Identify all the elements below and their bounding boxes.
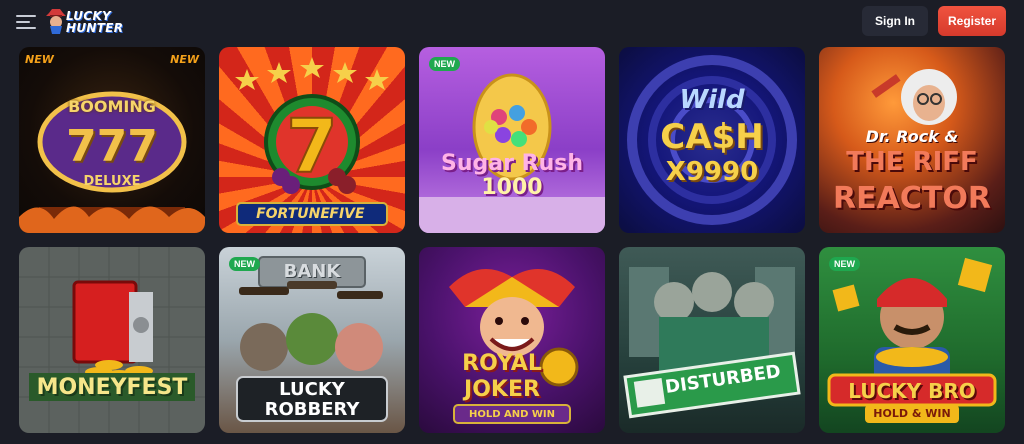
- game-title-line3: REACTOR: [833, 181, 991, 216]
- game-tile-lucky-robbery[interactable]: NEW BANK LUCKY ROBBERY: [219, 247, 405, 433]
- game-title-line1: BOOMING: [68, 97, 156, 116]
- game-title-line2: 777: [66, 121, 158, 172]
- game-tile-sugar-rush-1000[interactable]: NEW Sugar Rush 1000: [419, 47, 605, 233]
- game-title-line2: ROBBERY: [264, 399, 360, 420]
- sugar-rush-art: [419, 73, 605, 233]
- new-label-right: NEW: [170, 53, 199, 66]
- game-tile-booming-777-deluxe[interactable]: BOOMING 777 DELUXE NEW NEW: [19, 47, 205, 233]
- game-title-line1: MONEYFEST: [36, 375, 188, 400]
- game-title-line2: FIVE: [329, 206, 365, 222]
- game-title-line3: DELUXE: [83, 174, 141, 189]
- menu-icon[interactable]: [16, 13, 36, 29]
- logo-text-bottom: HUNTER: [66, 21, 124, 35]
- new-badge: NEW: [229, 257, 260, 271]
- lucky-bro-art: [827, 257, 997, 423]
- sign-in-button[interactable]: Sign In: [862, 6, 928, 36]
- logo[interactable]: LUCKY HUNTER: [44, 4, 134, 38]
- new-badge: NEW: [429, 57, 460, 71]
- game-title-line2: 1000: [481, 175, 543, 200]
- game-tile-moneyfest[interactable]: MONEYFEST: [19, 247, 205, 433]
- game-subtitle: HOLD AND WIN: [468, 409, 556, 420]
- game-title-line1: Sugar Rush: [441, 151, 583, 176]
- game-tile-wild-cash-x9990[interactable]: Wild CA$H X9990: [619, 47, 805, 233]
- game-tile-dr-rock-riff-reactor[interactable]: Dr. Rock & THE RIFF REACTOR: [819, 47, 1005, 233]
- game-title-line2: CA$H: [660, 117, 764, 157]
- new-label-left: NEW: [25, 53, 54, 66]
- game-title-line1: ROYAL: [462, 351, 542, 376]
- game-title-line1: Dr. Rock &: [865, 127, 959, 146]
- game-title-line1: LUCKY: [279, 379, 345, 400]
- game-tile-lucky-bro[interactable]: NEW LUCKY BRO HOLD & WIN: [819, 247, 1005, 433]
- disturbed-art: [623, 267, 801, 419]
- game-title-line2: THE RIFF: [846, 147, 978, 177]
- hunter-hat-icon: [46, 9, 66, 34]
- register-button[interactable]: Register: [938, 6, 1006, 36]
- game-title-line3: X9990: [665, 157, 759, 187]
- top-bar: LUCKY HUNTER Sign In Register: [0, 0, 1024, 42]
- new-badge: NEW: [829, 257, 860, 271]
- moneyfest-art: [19, 247, 205, 433]
- game-title-line1: LUCKY BRO: [848, 379, 976, 403]
- game-tile-disturbed[interactable]: DISTURBED: [619, 247, 805, 433]
- game-tile-fortune-five[interactable]: 7 FORTUNE FIVE: [219, 47, 405, 233]
- game-tile-royal-joker[interactable]: ROYAL JOKER HOLD AND WIN: [419, 247, 605, 433]
- game-subtitle: HOLD & WIN: [873, 407, 951, 420]
- royal-joker-art: [449, 269, 579, 424]
- game-title-line1: Wild: [679, 85, 745, 115]
- game-title-line2: JOKER: [464, 377, 540, 402]
